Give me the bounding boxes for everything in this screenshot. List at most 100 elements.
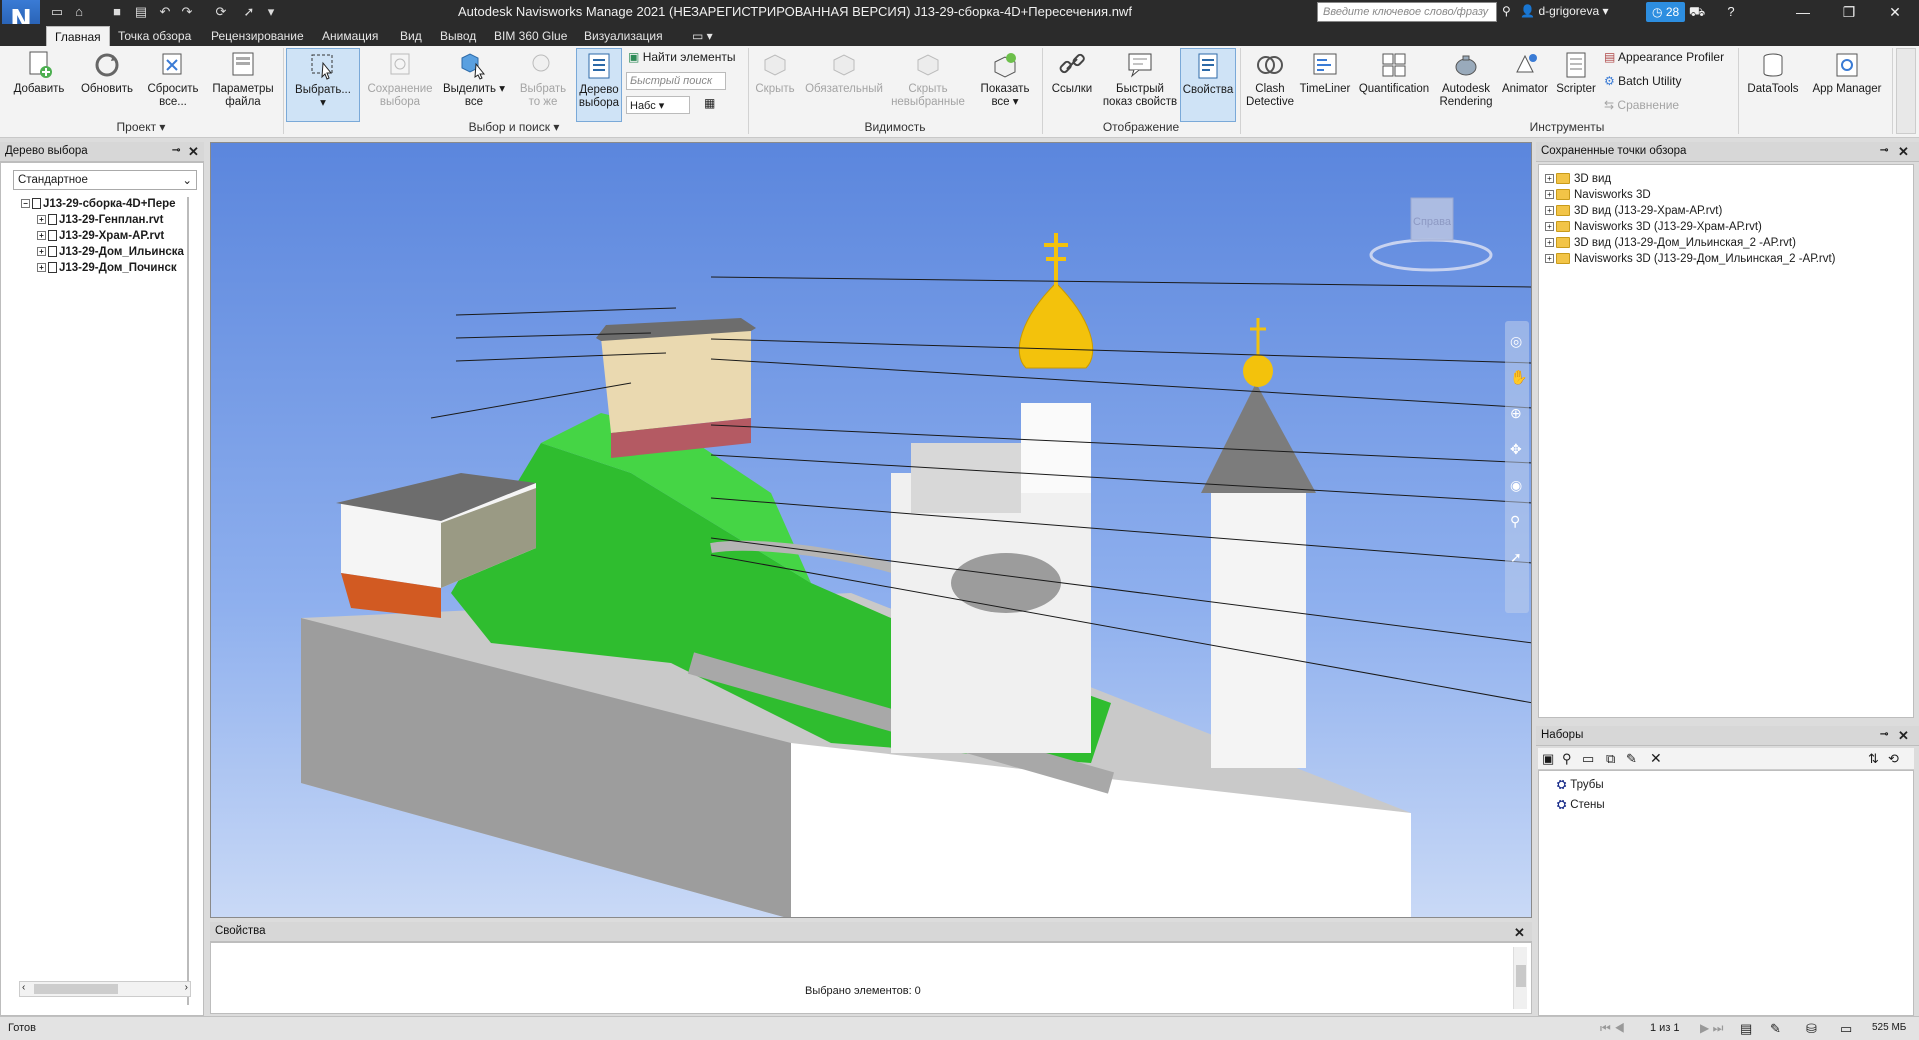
sets-manage-icon[interactable]: ▦ bbox=[704, 96, 715, 110]
close-panel-icon[interactable]: ✕ bbox=[1898, 728, 1909, 744]
viewpoint-item[interactable]: + Navisworks 3D bbox=[1545, 187, 1651, 203]
pin-icon[interactable]: ⊸ bbox=[1880, 729, 1888, 740]
undo-icon[interactable]: ↶ bbox=[156, 3, 174, 21]
find-items-button[interactable]: ▣ Найти элементы bbox=[628, 50, 735, 64]
look-icon[interactable]: ◉ bbox=[1510, 477, 1522, 494]
required-button[interactable]: Обязательный bbox=[800, 48, 888, 122]
tab-bim360[interactable]: BIM 360 Glue bbox=[486, 26, 575, 46]
compare-button[interactable]: ⇆ Сравнение bbox=[1604, 98, 1679, 112]
notifications-badge[interactable]: ◷ 28 bbox=[1646, 2, 1686, 22]
batch-utility-button[interactable]: ⚙ Batch Utility bbox=[1604, 74, 1681, 88]
tree-mode-dropdown[interactable]: Стандартное ⌄ bbox=[13, 170, 197, 190]
select-button[interactable]: Выбрать... ▾ bbox=[286, 48, 360, 122]
sets-dropdown[interactable]: Набс ▾ bbox=[626, 96, 690, 114]
scroll-right-icon[interactable]: › bbox=[185, 982, 188, 993]
expand-icon[interactable]: + bbox=[1545, 238, 1554, 248]
close-panel-icon[interactable]: ✕ bbox=[1898, 144, 1909, 160]
import-export-icon[interactable]: ⟲ bbox=[1888, 751, 1899, 767]
expand-icon[interactable]: + bbox=[1545, 174, 1554, 184]
help-icon[interactable]: ? bbox=[1722, 3, 1740, 21]
walk-icon[interactable]: ⚲ bbox=[1510, 513, 1520, 530]
expand-icon[interactable]: + bbox=[1545, 222, 1554, 232]
tab-output[interactable]: Вывод bbox=[432, 26, 484, 46]
expand-icon[interactable]: + bbox=[1545, 254, 1554, 264]
print-icon[interactable]: ▤ bbox=[132, 3, 150, 21]
new-folder-icon[interactable]: ▭ bbox=[1582, 751, 1594, 767]
scroll-thumb[interactable] bbox=[34, 984, 118, 994]
expand-icon[interactable]: + bbox=[37, 247, 46, 257]
comment-icon[interactable]: ✎ bbox=[1626, 751, 1637, 767]
refresh-icon[interactable]: ⟳ bbox=[212, 3, 230, 21]
expand-icon[interactable]: + bbox=[37, 231, 46, 241]
quantification-button[interactable]: Quantification bbox=[1354, 48, 1434, 122]
quick-properties-button[interactable]: Быстрый показ свойств bbox=[1100, 48, 1180, 122]
hide-button[interactable]: Скрыть bbox=[752, 48, 798, 122]
binoculars-icon[interactable]: ⚲ bbox=[1562, 751, 1572, 767]
horizontal-scrollbar[interactable]: ‹ › bbox=[19, 981, 191, 997]
scroll-thumb[interactable] bbox=[1516, 965, 1526, 987]
tab-view[interactable]: Вид bbox=[392, 26, 430, 46]
set-item[interactable]: ⛭ Стены bbox=[1557, 797, 1605, 813]
sheet-browser-icon[interactable]: ▤ bbox=[1740, 1021, 1752, 1037]
tree-item-root[interactable]: − J13-29-сборка-4D+Пере bbox=[21, 196, 176, 212]
tab-review[interactable]: Рецензирование bbox=[203, 26, 312, 46]
group-select-label[interactable]: Выбор и поиск ▾ bbox=[284, 120, 744, 136]
zoom-icon[interactable]: ⊕ bbox=[1510, 405, 1522, 422]
collapse-icon[interactable]: − bbox=[21, 199, 30, 209]
open-folder-icon[interactable]: ⌂ bbox=[70, 3, 88, 21]
close-panel-icon[interactable]: ✕ bbox=[1514, 925, 1525, 941]
show-all-button[interactable]: Показать все ▾ bbox=[972, 48, 1038, 122]
tab-viewpoint[interactable]: Точка обзора bbox=[110, 26, 199, 46]
minimize-button[interactable]: — bbox=[1780, 0, 1826, 24]
tree-item[interactable]: + J13-29-Дом_Починск bbox=[37, 260, 177, 276]
scripter-button[interactable]: Scripter bbox=[1552, 48, 1600, 122]
open-icon[interactable]: ▭ bbox=[48, 3, 66, 21]
close-panel-icon[interactable]: ✕ bbox=[188, 144, 199, 160]
tab-animation[interactable]: Анимация bbox=[314, 26, 386, 46]
redo-icon[interactable]: ↷ bbox=[178, 3, 196, 21]
pan-icon[interactable]: ✋ bbox=[1510, 369, 1527, 386]
delete-icon[interactable]: ✕ bbox=[1650, 750, 1662, 767]
pointer-icon[interactable]: ➚ bbox=[240, 3, 258, 21]
animator-button[interactable]: Animator bbox=[1498, 48, 1552, 122]
save-icon[interactable]: ■ bbox=[108, 3, 126, 21]
binoculars-icon[interactable]: ⚲ bbox=[1502, 4, 1511, 18]
appearance-profiler-button[interactable]: ▤ Appearance Profiler bbox=[1604, 50, 1724, 64]
viewpoint-item[interactable]: +3D вид (J13-29-Храм-АР.rvt) bbox=[1545, 203, 1722, 219]
user-menu[interactable]: ⚲ 👤 d-grigoreva ▾ bbox=[1502, 4, 1609, 18]
select-all-button[interactable]: Выделить ▾ все bbox=[440, 48, 508, 122]
properties-button[interactable]: Свойства bbox=[1180, 48, 1236, 122]
timeliner-button[interactable]: TimeLiner bbox=[1298, 48, 1352, 122]
scroll-left-icon[interactable]: ‹ bbox=[22, 982, 25, 993]
orbit-icon[interactable]: ✥ bbox=[1510, 441, 1522, 458]
expand-icon[interactable]: + bbox=[37, 263, 46, 273]
expand-icon[interactable]: + bbox=[1545, 206, 1554, 216]
clash-detective-button[interactable]: Clash Detective bbox=[1242, 48, 1298, 122]
add-button[interactable]: Добавить bbox=[8, 48, 70, 122]
expand-icon[interactable]: + bbox=[37, 215, 46, 225]
tab-render[interactable]: Визуализация bbox=[576, 26, 671, 46]
steering-wheel-icon[interactable]: ◎ bbox=[1510, 333, 1522, 350]
tab-overflow-icon[interactable]: ▭ ▾ bbox=[684, 26, 721, 46]
cart-icon[interactable]: ⛟ bbox=[1688, 3, 1706, 21]
tree-item[interactable]: + J13-29-Дом_Ильинска bbox=[37, 244, 184, 260]
viewpoint-item[interactable]: + Navisworks 3D (J13-29-Храм-АР.rvt) bbox=[1545, 219, 1762, 235]
reset-all-button[interactable]: Сбросить все... bbox=[142, 48, 204, 122]
save-selection-button[interactable]: Сохранение выбора bbox=[364, 48, 436, 122]
viewpoint-item[interactable]: +3D вид bbox=[1545, 171, 1611, 187]
autodesk-rendering-button[interactable]: Autodesk Rendering bbox=[1436, 48, 1496, 122]
vertical-scrollbar[interactable] bbox=[1513, 947, 1527, 1009]
first-page-icon[interactable]: ⏮ ◀ bbox=[1600, 1021, 1625, 1036]
3d-viewport[interactable]: Справа ◎ ✋ ⊕ ✥ ◉ ⚲ ➚ bbox=[210, 142, 1532, 918]
ribbon-scroll[interactable] bbox=[1896, 48, 1916, 134]
refresh-button[interactable]: Обновить bbox=[76, 48, 138, 122]
search-input[interactable]: Введите ключевое слово/фразу bbox=[1317, 2, 1497, 22]
tree-item[interactable]: + J13-29-Генплан.rvt bbox=[37, 212, 163, 228]
hide-unselected-button[interactable]: Скрыть невыбранные bbox=[890, 48, 966, 122]
next-page-icon[interactable]: ▶ ⏭ bbox=[1700, 1021, 1723, 1036]
tree-item[interactable]: + J13-29-Храм-АР.rvt bbox=[37, 228, 164, 244]
duplicate-icon[interactable]: ⧉ bbox=[1606, 751, 1615, 767]
sort-icon[interactable]: ⇅ bbox=[1868, 751, 1879, 767]
save-search-icon[interactable]: ▣ bbox=[1542, 751, 1554, 767]
expand-icon[interactable]: + bbox=[1545, 190, 1554, 200]
